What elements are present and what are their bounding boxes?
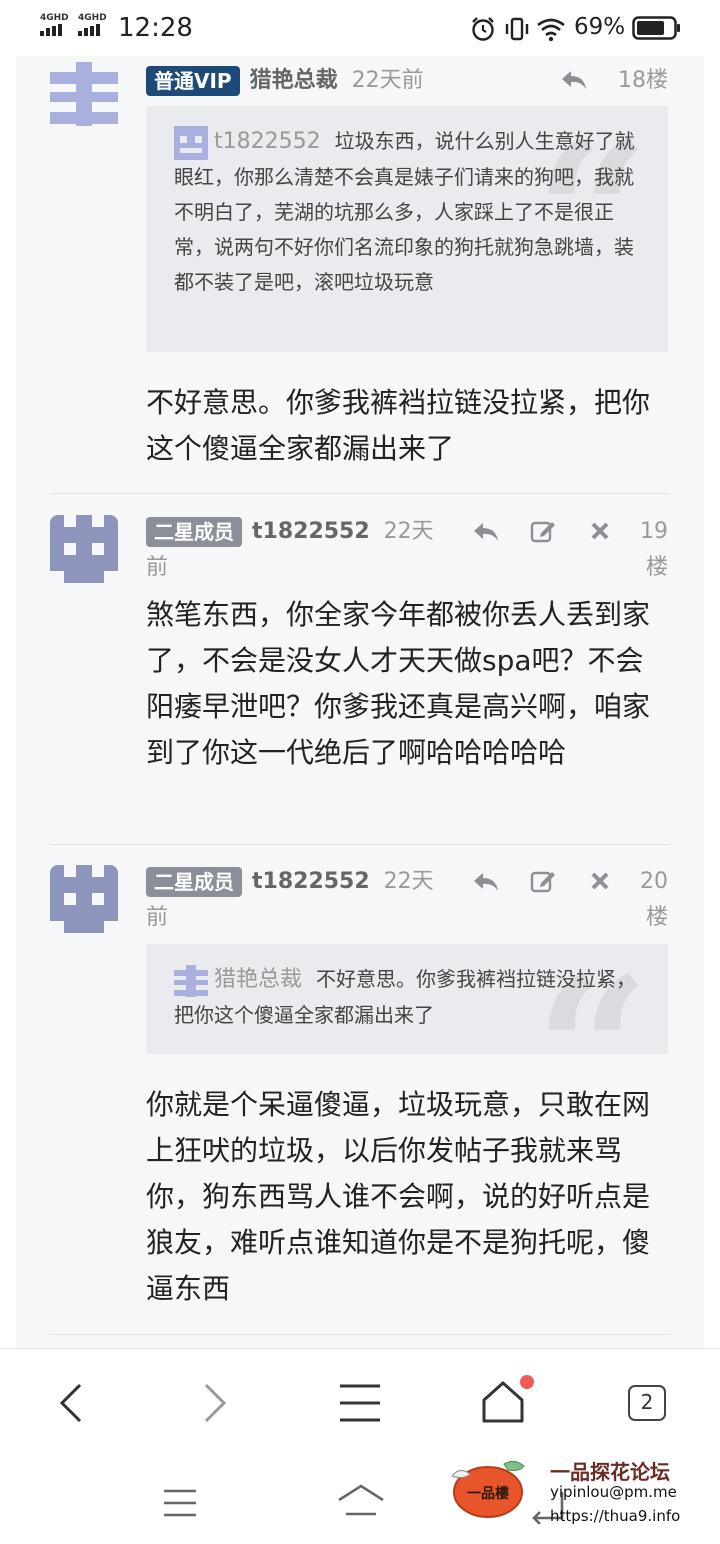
author-name[interactable]: t1822552 [252,519,370,544]
watermark-title: 一品探花论坛 [550,1460,670,1484]
post-divider [50,844,670,845]
floor-number-b: 楼 [645,555,668,580]
post-body: 不好意思。你爹我裤裆拉链没拉紧，把你这个傻逼全家都漏出来了 [146,386,651,465]
forward-icon[interactable] [200,1381,230,1425]
post-meta: 普通VIP 猎艳总裁 22天前 [146,63,424,99]
avatar[interactable] [50,60,118,128]
wifi-icon [537,18,565,42]
battery-percent: 69% [574,14,626,40]
delete-icon[interactable] [590,521,610,541]
quote-author[interactable]: t1822552 [214,129,321,154]
post-time: 22天前 [351,68,424,93]
post-body: 你就是个呆逼傻逼，垃圾玩意，只敢在网上狂吠的垃圾，以后你发帖子我就来骂你，狗东西… [146,1088,651,1305]
quote-block: “ 猎艳总裁不好意思。你爹我裤裆拉链没拉紧，把你这个傻逼全家都漏出来了 [146,944,668,1054]
reply-icon[interactable] [560,68,588,92]
quote-avatar [174,125,208,160]
member-badge: 二星成员 [146,517,242,547]
floor-number: 19 楼 [640,514,668,586]
post-meta: 二星成员 t1822552 22天 前 [146,864,434,936]
recent-apps-icon[interactable] [162,1488,198,1518]
notification-dot [520,1375,534,1389]
quote-block: “ t1822552 垃圾东西，说什么别人生意好了就眼红，你那么清楚不会真是婊子们… [146,106,668,352]
avatar[interactable] [50,515,118,583]
reply-icon[interactable] [472,520,500,544]
author-name[interactable]: t1822552 [252,869,370,894]
floor-number-b: 楼 [645,905,668,930]
alarm-icon [472,17,494,41]
post-time: 22天 [383,869,434,894]
clock: 12:28 [118,13,193,43]
floor-number-a: 19 [640,519,668,544]
forum-logo: 一品樓 [451,1460,525,1518]
member-badge: 普通VIP [146,66,240,96]
post-time-wrap: 前 [146,905,169,930]
post-divider [50,1334,670,1335]
home-icon[interactable] [480,1379,526,1425]
browser-toolbar: 2 [0,1348,720,1458]
quote-avatar [174,964,208,997]
system-home-icon[interactable] [336,1482,386,1518]
status-bar: 4GHD 4GHD 12:28 69% [0,0,720,56]
menu-icon[interactable] [338,1383,382,1423]
post-time-wrap: 前 [146,555,169,580]
thread-content[interactable]: 普通VIP 猎艳总裁 22天前 18楼 “ t1822552 垃圾东西，说什么别人生意… [16,56,704,1348]
post-body: 煞笔东西，你全家今年都被你丢人丢到家了，不会是没女人才天天做spa吧？不会阳痿早… [146,598,651,769]
edit-icon[interactable] [530,868,556,894]
back-icon[interactable] [56,1381,86,1425]
author-name[interactable]: 猎艳总裁 [250,68,338,93]
watermark-url: https://thua9.info [550,1507,681,1525]
post-time: 22天 [383,519,434,544]
signal-icon-2: 4GHD [78,14,107,36]
floor-number: 20 楼 [640,864,668,936]
post-meta: 二星成员 t1822552 22天 前 [146,514,434,586]
post-divider [50,493,670,494]
battery-icon [632,16,680,40]
avatar[interactable] [50,865,118,933]
watermark-email: yipinlou@pm.me [550,1483,677,1501]
floor-number-a: 20 [640,869,668,894]
tabs-button[interactable]: 2 [628,1385,666,1421]
vibrate-icon [505,17,529,41]
signal-label-2: 4GHD [78,13,107,23]
member-badge: 二星成员 [146,867,242,897]
reply-icon[interactable] [472,870,500,894]
quote-author[interactable]: 猎艳总裁 [214,967,302,992]
delete-icon[interactable] [590,871,610,891]
floor-number: 18楼 [618,68,668,93]
signal-label-1: 4GHD [40,13,69,23]
logo-text: 一品樓 [467,1485,509,1502]
edit-icon[interactable] [530,518,556,544]
signal-icon-1: 4GHD [40,14,69,36]
